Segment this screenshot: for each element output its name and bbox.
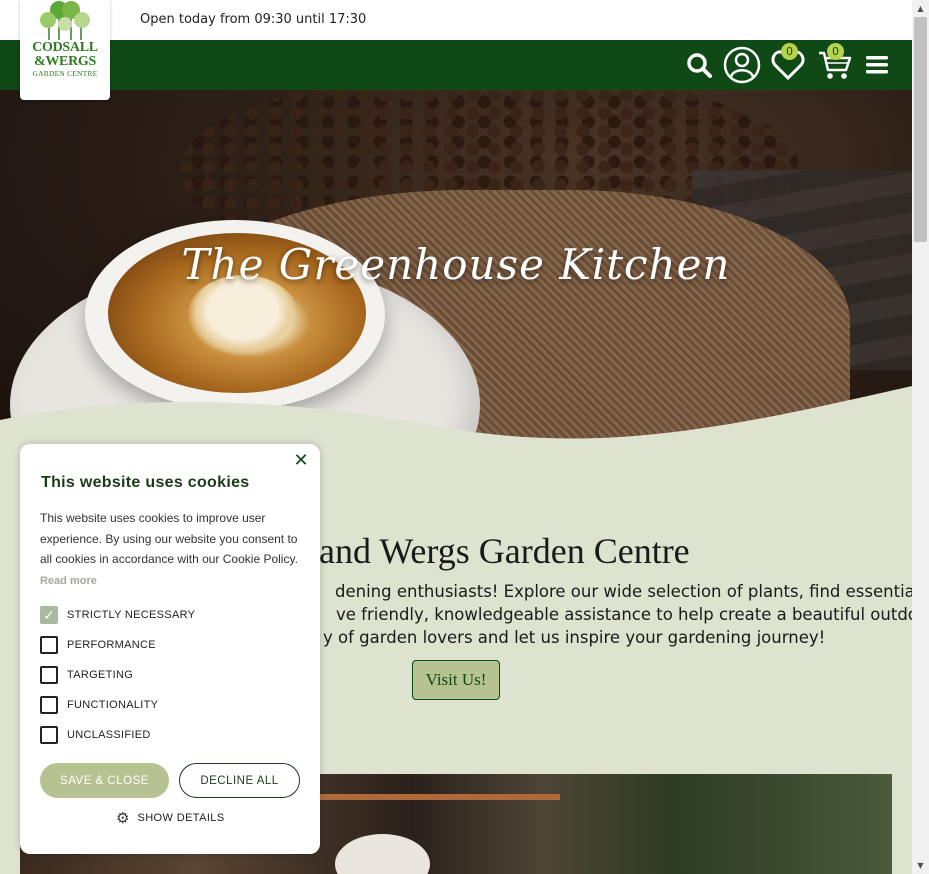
cookie-option-label: UNCLASSIFIED: [67, 729, 151, 741]
decline-all-button[interactable]: DECLINE ALL: [179, 763, 300, 798]
opening-hours-text: Open today from 09:30 until 17:30: [140, 12, 367, 27]
cookie-option-functionality[interactable]: FUNCTIONALITY: [40, 696, 158, 714]
wishlist-count-badge: 0: [781, 43, 798, 60]
visit-us-button[interactable]: Visit Us!: [412, 660, 500, 700]
checkbox[interactable]: [40, 696, 58, 714]
cookie-option-targeting[interactable]: TARGETING: [40, 666, 133, 684]
copper-stand-image: [320, 794, 560, 800]
checkbox[interactable]: [40, 726, 58, 744]
cookie-option-strictly-necessary[interactable]: ✓ STRICTLY NECESSARY: [40, 606, 195, 624]
cookie-option-performance[interactable]: PERFORMANCE: [40, 636, 156, 654]
hero-wave-divider: [0, 386, 912, 450]
trees-logo-icon: [40, 1, 90, 40]
hero-title: The Greenhouse Kitchen: [181, 240, 731, 289]
checkbox[interactable]: [40, 666, 58, 684]
cart-button[interactable]: 0: [816, 40, 854, 90]
scrollbar-thumb[interactable]: [914, 17, 927, 242]
scroll-up-arrow-icon[interactable]: ▲: [912, 0, 929, 17]
wishlist-button[interactable]: 0: [769, 40, 807, 90]
site-logo[interactable]: CODSALL &WERGS GARDEN CENTRE: [20, 0, 110, 100]
checkbox[interactable]: [40, 636, 58, 654]
top-info-bar: Open today from 09:30 until 17:30: [0, 0, 912, 40]
cookie-title: This website uses cookies: [41, 474, 250, 491]
cookie-option-label: FUNCTIONALITY: [67, 699, 159, 711]
scroll-down-arrow-icon[interactable]: ▼: [912, 857, 929, 874]
user-account-icon[interactable]: [722, 40, 762, 90]
chutney-jar-image: [335, 834, 430, 874]
read-more-link[interactable]: Read more: [40, 575, 97, 587]
hero-banner: The Greenhouse Kitchen: [0, 90, 912, 450]
cookie-description-text: This website uses cookies to improve use…: [40, 511, 298, 566]
hamburger-menu-icon[interactable]: [864, 40, 890, 90]
gear-icon: ⚙: [116, 809, 130, 827]
save-and-close-button[interactable]: SAVE & CLOSE: [40, 763, 169, 798]
checkbox-checked-icon: ✓: [40, 606, 58, 624]
main-navbar: 0 0: [0, 40, 912, 90]
search-icon[interactable]: [684, 40, 714, 90]
logo-line-3: GARDEN CENTRE: [32, 69, 98, 78]
cookie-option-unclassified[interactable]: UNCLASSIFIED: [40, 726, 151, 744]
vertical-scrollbar[interactable]: ▲ ▼: [912, 0, 929, 874]
cookie-consent-dialog: ✕ This website uses cookies This website…: [20, 444, 320, 854]
logo-line-1: CODSALL: [32, 40, 98, 55]
show-details-label: SHOW DETAILS: [137, 812, 225, 824]
cart-count-badge: 0: [827, 43, 844, 60]
show-details-toggle[interactable]: ⚙ SHOW DETAILS: [116, 809, 225, 827]
cookie-description: This website uses cookies to improve use…: [40, 508, 310, 591]
logo-line-2: &WERGS: [34, 54, 96, 69]
cookie-option-label: PERFORMANCE: [67, 639, 156, 651]
close-icon[interactable]: ✕: [292, 452, 310, 470]
cookie-option-label: TARGETING: [67, 669, 134, 681]
cookie-option-label: STRICTLY NECESSARY: [67, 609, 196, 621]
